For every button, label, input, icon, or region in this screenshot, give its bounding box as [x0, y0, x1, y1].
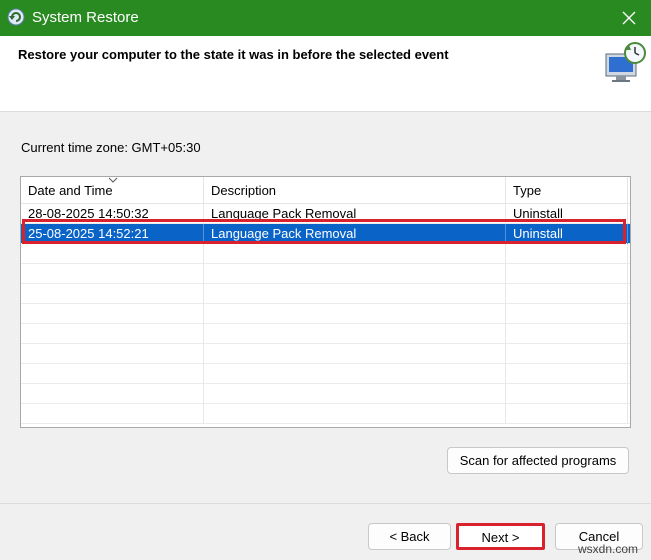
- empty-row: [21, 244, 630, 264]
- system-restore-large-icon: [605, 42, 646, 82]
- empty-row: [21, 284, 630, 304]
- timezone-label: Current time zone: GMT+05:30: [21, 140, 201, 155]
- watermark-text: wsxdn.com: [578, 542, 639, 556]
- empty-row: [21, 364, 630, 384]
- row-description: Language Pack Removal: [204, 224, 506, 244]
- row-description: Language Pack Removal: [204, 204, 506, 224]
- empty-row: [21, 384, 630, 404]
- empty-row: [21, 304, 630, 324]
- list-header: Date and Time Description Type: [21, 177, 630, 204]
- wizard-header: Restore your computer to the state it wa…: [0, 36, 651, 112]
- window-title: System Restore: [32, 9, 139, 26]
- system-restore-icon: [7, 8, 25, 26]
- close-button[interactable]: [607, 0, 651, 36]
- title-bar: System Restore: [0, 0, 651, 36]
- column-header-description[interactable]: Description: [204, 177, 506, 204]
- close-icon: [622, 11, 636, 25]
- sort-descending-icon: [108, 177, 118, 183]
- row-type: Uninstall: [506, 224, 628, 244]
- next-button[interactable]: Next >: [456, 523, 545, 550]
- column-header-type[interactable]: Type: [506, 177, 628, 204]
- empty-row: [21, 264, 630, 284]
- scan-affected-programs-button[interactable]: Scan for affected programs: [447, 447, 629, 474]
- row-date: 28-08-2025 14:50:32: [21, 204, 204, 224]
- row-type: Uninstall: [506, 204, 628, 224]
- empty-row: [21, 404, 630, 424]
- header-instruction: Restore your computer to the state it wa…: [18, 47, 449, 62]
- empty-row: [21, 324, 630, 344]
- restore-point-list[interactable]: Date and Time Description Type 28-08-202…: [20, 176, 631, 428]
- list-rows: 28-08-2025 14:50:32 Language Pack Remova…: [21, 204, 630, 424]
- footer-divider: [0, 503, 651, 504]
- back-button[interactable]: < Back: [368, 523, 451, 550]
- list-row[interactable]: 28-08-2025 14:50:32 Language Pack Remova…: [21, 204, 630, 224]
- row-date: 25-08-2025 14:52:21: [21, 224, 204, 244]
- list-row-selected[interactable]: 25-08-2025 14:52:21 Language Pack Remova…: [21, 224, 630, 244]
- empty-row: [21, 344, 630, 364]
